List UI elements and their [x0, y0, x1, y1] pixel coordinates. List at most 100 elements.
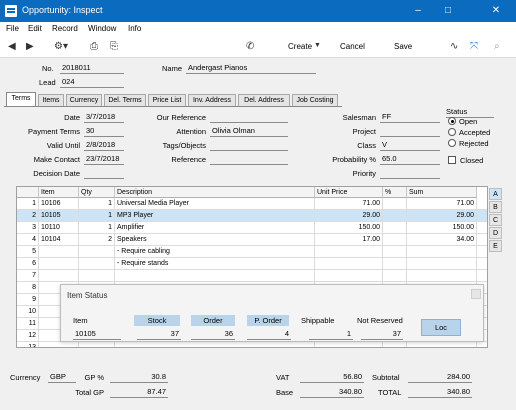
menu-file[interactable]: File	[6, 24, 19, 33]
previous-record-icon[interactable]: ◀	[8, 41, 16, 52]
porder-header[interactable]: P. Order	[247, 315, 289, 326]
next-record-icon[interactable]: ▶	[26, 41, 34, 52]
cell-unit-price[interactable]	[315, 258, 383, 270]
cell-item[interactable]	[39, 342, 79, 347]
cell-percent[interactable]	[383, 246, 407, 258]
cell-sum[interactable]: 34.00	[407, 234, 477, 246]
tags-objects-field[interactable]	[210, 140, 288, 151]
attachment-icon[interactable]: ⌕	[494, 41, 500, 52]
project-field[interactable]	[380, 126, 440, 137]
no-field[interactable]: 2018011	[60, 63, 124, 74]
minimize-button[interactable]: –	[404, 0, 432, 22]
table-row[interactable]: 5 - Require cabling	[17, 246, 487, 258]
tab-items[interactable]: Items	[38, 94, 64, 106]
tab-terms[interactable]: Terms	[6, 92, 36, 106]
maximize-button[interactable]: □	[434, 0, 462, 22]
cell-unit-price[interactable]	[315, 342, 383, 347]
cell-description[interactable]	[115, 270, 315, 282]
print-preview-icon[interactable]: ⎘	[110, 41, 118, 52]
activity-icon[interactable]: ∿	[450, 41, 458, 52]
cell-sum[interactable]: 29.00	[407, 210, 477, 222]
class-field[interactable]: V	[380, 140, 440, 151]
cell-sum[interactable]	[407, 270, 477, 282]
cell-percent[interactable]	[383, 342, 407, 347]
menu-edit[interactable]: Edit	[28, 24, 42, 33]
cell-unit-price[interactable]	[315, 246, 383, 258]
cell-qty[interactable]: 1	[79, 222, 115, 234]
cell-item[interactable]: 10106	[39, 198, 79, 210]
cell-qty[interactable]: 2	[79, 234, 115, 246]
status-rejected-radio[interactable]	[448, 139, 456, 147]
save-button[interactable]: Save	[394, 42, 412, 51]
tab-inv-address[interactable]: Inv. Address	[188, 94, 236, 106]
tab-job-costing[interactable]: Job Costing	[292, 94, 338, 106]
cell-qty[interactable]	[79, 342, 115, 347]
priority-field[interactable]	[380, 168, 440, 179]
cell-description[interactable]: Speakers	[115, 234, 315, 246]
cell-percent[interactable]	[383, 222, 407, 234]
close-button[interactable]: ✕	[482, 0, 510, 22]
cell-description[interactable]: - Require cabling	[115, 246, 315, 258]
cell-description[interactable]: MP3 Player	[115, 210, 315, 222]
make-contact-field[interactable]: 23/7/2018	[84, 154, 124, 165]
attention-field[interactable]: Olivia Olman	[210, 126, 288, 137]
cell-item[interactable]: 10110	[39, 222, 79, 234]
order-header[interactable]: Order	[191, 315, 235, 326]
valid-until-field[interactable]: 2/8/2018	[84, 140, 124, 151]
probability-field[interactable]: 65.0	[380, 154, 440, 165]
closed-checkbox[interactable]	[448, 156, 456, 164]
cell-item[interactable]	[39, 258, 79, 270]
cancel-button[interactable]: Cancel	[340, 42, 365, 51]
tab-del-address[interactable]: Del. Address	[238, 94, 290, 106]
cell-unit-price[interactable]: 150.00	[315, 222, 383, 234]
cell-item[interactable]	[39, 246, 79, 258]
table-row[interactable]: 2 10105 1 MP3 Player 29.00 29.00	[17, 210, 487, 222]
popup-close-icon[interactable]	[471, 289, 481, 299]
table-row[interactable]: 4 10104 2 Speakers 17.00 34.00	[17, 234, 487, 246]
grid-side-tab-a[interactable]: A	[489, 188, 502, 200]
menu-record[interactable]: Record	[52, 24, 78, 33]
status-open-radio[interactable]	[448, 117, 456, 125]
salesman-field[interactable]: FF	[380, 112, 440, 123]
cell-sum[interactable]: 150.00	[407, 222, 477, 234]
grid-side-tab-c[interactable]: C	[489, 214, 502, 226]
cell-unit-price[interactable]: 29.00	[315, 210, 383, 222]
create-button[interactable]: Create	[288, 42, 312, 51]
payment-terms-field[interactable]: 30	[84, 126, 124, 137]
cell-unit-price[interactable]: 71.00	[315, 198, 383, 210]
gear-icon[interactable]: ⚙▾	[54, 41, 68, 52]
cell-item[interactable]	[39, 270, 79, 282]
cell-description[interactable]: Amplifier	[115, 222, 315, 234]
cell-percent[interactable]	[383, 258, 407, 270]
cell-sum[interactable]	[407, 258, 477, 270]
cell-unit-price[interactable]: 17.00	[315, 234, 383, 246]
our-reference-field[interactable]	[210, 112, 288, 123]
table-row[interactable]: 3 10110 1 Amplifier 150.00 150.00	[17, 222, 487, 234]
cell-percent[interactable]	[383, 198, 407, 210]
table-row[interactable]: 1 10106 1 Universal Media Player 71.00 71.00	[17, 198, 487, 210]
grid-side-tab-e[interactable]: E	[489, 240, 502, 252]
table-row[interactable]: 13	[17, 342, 487, 347]
cell-sum[interactable]: 71.00	[407, 198, 477, 210]
cell-qty[interactable]	[79, 258, 115, 270]
reference-field[interactable]	[210, 154, 288, 165]
cell-percent[interactable]	[383, 270, 407, 282]
cell-description[interactable]: Universal Media Player	[115, 198, 315, 210]
cell-qty[interactable]	[79, 270, 115, 282]
cell-qty[interactable]	[79, 246, 115, 258]
status-accepted-radio[interactable]	[448, 128, 456, 136]
lead-field[interactable]: 024	[60, 77, 124, 88]
cell-description[interactable]	[115, 342, 315, 347]
chevron-down-icon[interactable]: ▼	[314, 42, 321, 49]
menu-info[interactable]: Info	[128, 24, 141, 33]
table-row[interactable]: 7	[17, 270, 487, 282]
name-field[interactable]: Andergast Pianos	[186, 63, 316, 74]
table-row[interactable]: 6 - Require stands	[17, 258, 487, 270]
grid-side-tab-d[interactable]: D	[489, 227, 502, 239]
cell-unit-price[interactable]	[315, 270, 383, 282]
cell-sum[interactable]	[407, 246, 477, 258]
print-icon[interactable]: ⎙	[90, 41, 98, 52]
decision-date-field[interactable]	[84, 168, 124, 179]
tab-price-list[interactable]: Price List	[148, 94, 186, 106]
tab-currency[interactable]: Currency	[66, 94, 102, 106]
